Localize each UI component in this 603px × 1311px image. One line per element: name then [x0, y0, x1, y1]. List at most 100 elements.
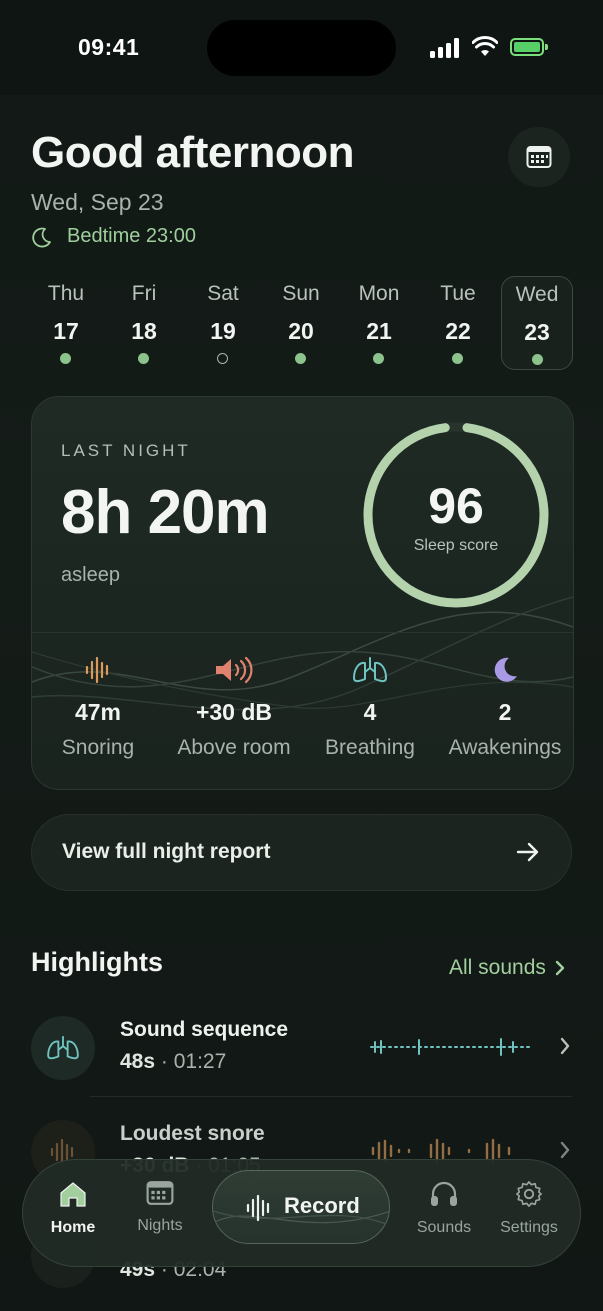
day-number: 17	[53, 318, 79, 344]
bedtime-row: Bedtime 23:00	[31, 225, 196, 248]
day-name: Sat	[207, 282, 239, 305]
recorded-dot	[138, 353, 149, 364]
recorded-dot	[60, 353, 71, 364]
card-divider	[32, 632, 573, 633]
record-label: Record	[284, 1193, 360, 1218]
day-wed-selected[interactable]: Wed 23	[501, 276, 573, 370]
wifi-icon	[472, 36, 498, 56]
status-icons	[430, 36, 552, 62]
calendar-button[interactable]	[508, 127, 570, 187]
dynamic-island	[207, 20, 396, 76]
gear-icon	[516, 1181, 542, 1207]
all-sounds-label: All sounds	[449, 956, 546, 979]
tab-home[interactable]: Home	[35, 1180, 111, 1237]
day-thu[interactable]: Thu 17	[30, 276, 102, 370]
last-night-card[interactable]: LAST NIGHT 8h 20m asleep 96 Sleep score …	[31, 396, 574, 790]
headphones-icon	[431, 1181, 457, 1206]
highlight-icon-badge	[31, 1016, 95, 1080]
all-sounds-link[interactable]: All sounds	[449, 956, 566, 980]
bedtime-label: Bedtime 23:00	[67, 225, 196, 247]
chevron-right-icon	[560, 1141, 570, 1159]
day-number: 20	[288, 318, 314, 344]
day-name: Wed	[515, 283, 559, 306]
day-sun[interactable]: Sun 20	[265, 276, 337, 370]
day-name: Mon	[358, 282, 400, 305]
moon-icon	[32, 227, 51, 247]
tab-label: Sounds	[416, 1219, 472, 1236]
record-button[interactable]: Record	[212, 1170, 390, 1244]
calendar-icon	[146, 1181, 174, 1205]
stat-value: 4	[363, 699, 377, 725]
arrow-right-icon	[516, 842, 539, 862]
recorded-dot	[295, 353, 306, 364]
day-name: Tue	[440, 282, 476, 305]
last-night-label: LAST NIGHT	[61, 441, 191, 460]
stat-label: Awakenings	[448, 736, 562, 759]
highlight-meta: 48s · 01:27	[120, 1050, 227, 1073]
tab-settings[interactable]: Settings	[491, 1180, 567, 1237]
tab-label: Home	[50, 1219, 96, 1236]
tab-bar: Home Nights Record Sounds Settings	[22, 1159, 581, 1267]
view-night-report-button[interactable]: View full night report	[31, 814, 572, 891]
day-number: 23	[524, 319, 550, 345]
day-mon[interactable]: Mon 21	[343, 276, 415, 370]
highlight-title: Loudest snore	[120, 1122, 265, 1145]
day-number: 18	[131, 318, 157, 344]
stat-value: +30 dB	[195, 699, 273, 725]
day-tue[interactable]: Tue 22	[422, 276, 494, 370]
highlight-row[interactable]: Sound sequence 48s · 01:27	[31, 1002, 572, 1092]
home-icon	[60, 1182, 86, 1207]
highlight-title: Sound sequence	[120, 1018, 289, 1041]
greeting-title: Good afternoon	[31, 128, 354, 177]
stat-label: Snoring	[61, 736, 135, 759]
recorded-dot	[452, 353, 463, 364]
stat-breathing: 4 Breathing	[302, 655, 438, 760]
report-button-label: View full night report	[62, 840, 271, 863]
day-number: 19	[210, 318, 236, 344]
stat-above-room: +30 dB Above room	[166, 655, 302, 760]
day-number: 21	[366, 318, 392, 344]
chevron-right-icon	[560, 1037, 570, 1055]
sound-waveform	[370, 1038, 530, 1056]
stat-value: 47m	[74, 699, 122, 725]
day-name: Fri	[131, 282, 157, 305]
snore-waveform-icon	[85, 656, 109, 684]
day-name: Sun	[282, 282, 320, 305]
sleep-score-value: 96	[428, 478, 484, 534]
highlight-time: 01:27	[173, 1050, 227, 1073]
current-date: Wed, Sep 23	[31, 189, 164, 215]
day-name: Thu	[47, 282, 85, 305]
stat-label: Above room	[177, 736, 291, 759]
battery-icon	[510, 38, 548, 56]
speaker-icon	[216, 656, 253, 684]
recorded-dot	[532, 354, 543, 365]
stat-awakenings: 2 Awakenings	[437, 655, 573, 760]
stat-label: Breathing	[325, 736, 415, 759]
calendar-icon	[526, 146, 552, 168]
week-strip: Thu 17 Fri 18 Sat 19 Sun 20 Mon 21 Tue 2…	[28, 276, 576, 370]
recorded-dot	[373, 353, 384, 364]
day-sat[interactable]: Sat 19	[187, 276, 259, 370]
sleep-score-label: Sleep score	[413, 537, 499, 554]
empty-dot	[217, 353, 228, 364]
stat-snoring: 47m Snoring	[32, 655, 166, 760]
chevron-right-icon	[555, 960, 565, 976]
highlights-title: Highlights	[31, 947, 163, 977]
signal-icon	[430, 38, 459, 58]
lungs-icon	[353, 657, 387, 683]
tab-label: Settings	[500, 1219, 558, 1236]
tab-sounds[interactable]: Sounds	[406, 1180, 482, 1237]
day-fri[interactable]: Fri 18	[108, 276, 180, 370]
tab-nights[interactable]: Nights	[122, 1180, 198, 1235]
asleep-label: asleep	[61, 564, 120, 586]
sleep-duration: 8h 20m	[61, 478, 270, 547]
highlight-duration: 48s	[120, 1050, 156, 1073]
lungs-icon	[47, 1035, 79, 1060]
day-number: 22	[445, 318, 471, 344]
moon-icon	[494, 657, 517, 682]
stat-value: 2	[498, 699, 512, 725]
tab-label: Nights	[137, 1217, 183, 1234]
waveform-icon	[246, 1194, 270, 1222]
status-time: 09:41	[78, 34, 140, 60]
row-divider	[90, 1096, 572, 1097]
